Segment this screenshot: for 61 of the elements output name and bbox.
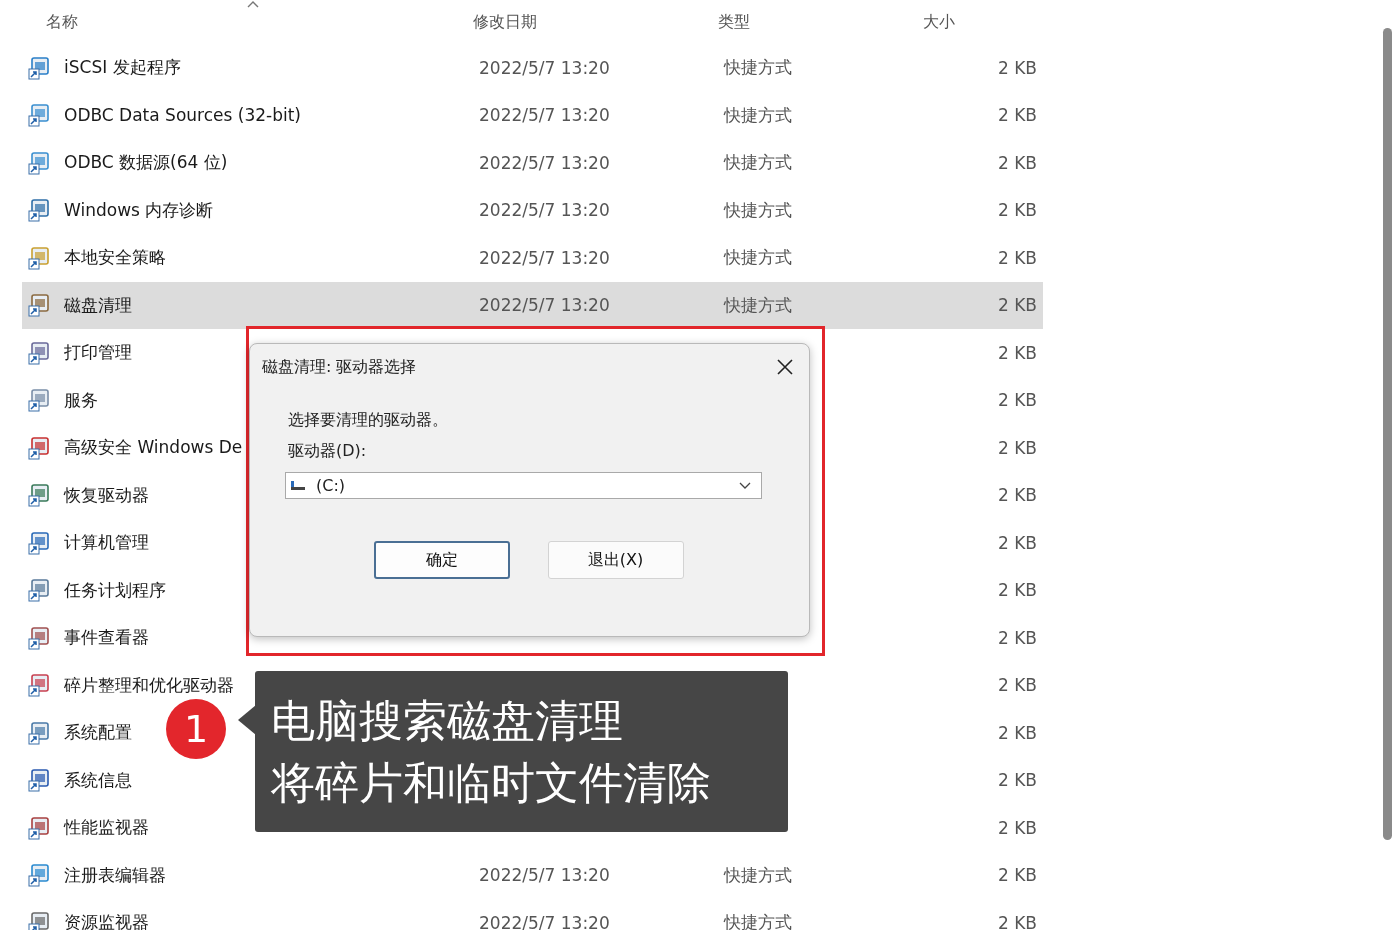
- file-name: 系统信息: [64, 768, 132, 792]
- file-name: 注册表编辑器: [64, 863, 166, 887]
- file-size: 2 KB: [997, 675, 1037, 696]
- file-size: 2 KB: [997, 485, 1037, 506]
- file-size: 2 KB: [997, 817, 1037, 838]
- callout-text: 电脑搜索磁盘清理: [271, 693, 624, 748]
- file-size: 2 KB: [997, 532, 1037, 553]
- file-name: ODBC Data Sources (32-bit): [64, 105, 301, 126]
- dialog-title: 磁盘清理: 驱动器选择: [262, 356, 417, 378]
- file-size: 2 KB: [997, 390, 1037, 411]
- file-name: 磁盘清理: [64, 293, 132, 317]
- file-date: 2022/5/7 13:20: [479, 912, 610, 930]
- file-name: Windows 内存诊断: [64, 198, 214, 222]
- file-name: 高级安全 Windows De: [64, 436, 243, 460]
- drive-value: (C:): [316, 476, 346, 495]
- file-type: 快捷方式: [724, 293, 792, 317]
- file-name: 系统配置: [64, 721, 132, 745]
- file-size: 2 KB: [997, 247, 1037, 268]
- file-date: 2022/5/7 13:20: [479, 57, 610, 78]
- file-name: 事件查看器: [64, 626, 149, 650]
- file-name: 打印管理: [64, 341, 132, 365]
- file-type: 快捷方式: [724, 198, 792, 222]
- file-size: 2 KB: [997, 57, 1037, 78]
- file-size: 2 KB: [997, 865, 1037, 886]
- file-date: 2022/5/7 13:20: [479, 295, 610, 316]
- file-size: 2 KB: [997, 200, 1037, 221]
- callout-text: 将碎片和临时文件清除: [271, 755, 712, 810]
- file-name: 碎片整理和优化驱动器: [64, 673, 234, 697]
- file-name: 任务计划程序: [64, 578, 166, 602]
- file-name: 恢复驱动器: [64, 483, 149, 507]
- file-date: 2022/5/7 13:20: [479, 200, 610, 221]
- file-type: 快捷方式: [724, 863, 792, 887]
- file-size: 2 KB: [997, 105, 1037, 126]
- file-type: 快捷方式: [724, 246, 792, 270]
- file-size: 2 KB: [997, 912, 1037, 930]
- file-name: 本地安全策略: [64, 246, 166, 270]
- file-type: 快捷方式: [724, 151, 792, 175]
- file-name: 服务: [64, 388, 98, 412]
- file-name: 性能监视器: [64, 816, 149, 840]
- prompt-text: 选择要清理的驱动器。: [288, 410, 449, 431]
- file-type: 快捷方式: [724, 911, 792, 930]
- file-size: 2 KB: [997, 627, 1037, 648]
- drive-label: 驱动器(D):: [288, 441, 368, 462]
- file-name: 计算机管理: [64, 531, 149, 555]
- file-date: 2022/5/7 13:20: [479, 152, 610, 173]
- file-date: 2022/5/7 13:20: [479, 105, 610, 126]
- file-size: 2 KB: [997, 342, 1037, 363]
- file-size: 2 KB: [997, 722, 1037, 743]
- file-size: 2 KB: [997, 295, 1037, 316]
- file-name: 资源监视器: [64, 911, 149, 930]
- file-type: 快捷方式: [724, 56, 792, 80]
- file-size: 2 KB: [997, 437, 1037, 458]
- file-name: ODBC 数据源(64 位): [64, 151, 228, 175]
- file-size: 2 KB: [997, 152, 1037, 173]
- step-number: 1: [166, 699, 226, 759]
- file-date: 2022/5/7 13:20: [479, 865, 610, 886]
- file-name: iSCSI 发起程序: [64, 56, 181, 80]
- file-type: 快捷方式: [724, 103, 792, 127]
- file-size: 2 KB: [997, 770, 1037, 791]
- file-size: 2 KB: [997, 580, 1037, 601]
- file-date: 2022/5/7 13:20: [479, 247, 610, 268]
